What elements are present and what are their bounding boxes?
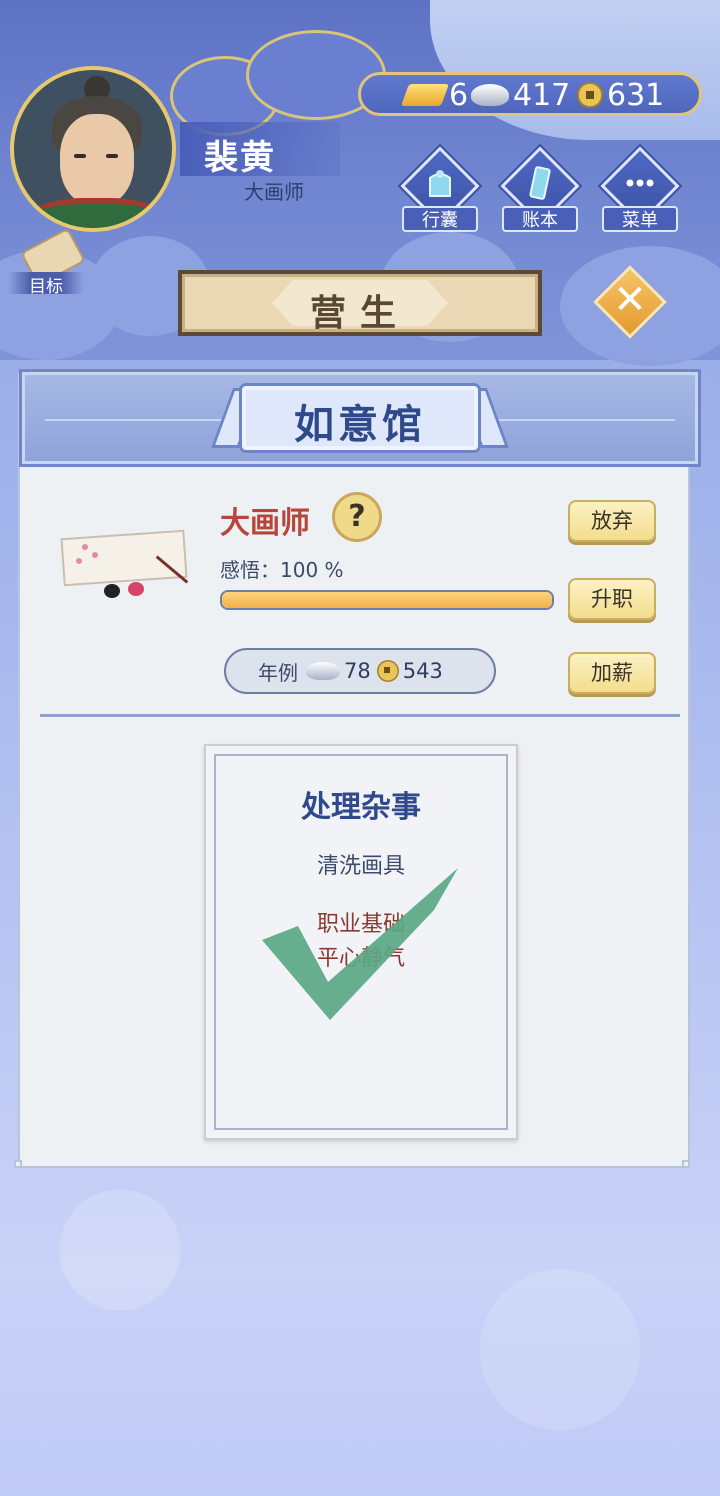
more-label: 菜单 <box>602 206 678 232</box>
currency-bar: 6 417 631 <box>358 72 702 116</box>
ledger-label: 账本 <box>502 206 578 232</box>
painting-tools-image <box>60 528 192 604</box>
help-button[interactable]: ? <box>332 492 382 542</box>
silver-currency: 417 <box>471 77 570 113</box>
abandon-button[interactable]: 放弃 <box>568 500 656 542</box>
silver-ingot-icon <box>306 662 340 680</box>
copper-coin-icon <box>376 660 399 682</box>
player-name: 裴黄 <box>204 138 276 178</box>
goal-button[interactable]: 目标 <box>8 227 86 297</box>
bag-button[interactable]: 行囊 <box>397 143 483 236</box>
insight-label: 感悟：100 % <box>220 558 344 582</box>
insight-progress-bar <box>220 590 554 610</box>
salary-copper: 543 <box>402 659 443 683</box>
raise-salary-button[interactable]: 加薪 <box>568 652 656 694</box>
bag-label: 行囊 <box>402 206 478 232</box>
section-divider <box>40 714 680 717</box>
job-title: 大画师 <box>220 506 310 541</box>
silver-amount: 417 <box>513 77 571 113</box>
goal-label: 目标 <box>8 272 84 297</box>
player-avatar[interactable] <box>10 66 176 232</box>
copper-amount: 631 <box>607 77 665 113</box>
panel-corner <box>682 1160 690 1168</box>
ledger-button[interactable]: 账本 <box>497 143 583 236</box>
copper-coin-icon <box>577 82 603 108</box>
promote-button[interactable]: 升职 <box>568 578 656 620</box>
bag-icon <box>429 170 451 197</box>
close-icon: ✕ <box>613 277 647 323</box>
more-button[interactable]: 菜单 <box>597 143 683 236</box>
gold-amount: 6 <box>449 77 469 113</box>
copper-currency: 631 <box>577 77 664 113</box>
ledger-icon <box>529 166 551 200</box>
gold-currency: 6 <box>400 77 469 113</box>
salary-silver: 78 <box>344 659 371 683</box>
task-card-title: 处理杂事 <box>301 790 421 825</box>
page-title: 营生 <box>309 293 410 334</box>
insight-progress-fill <box>222 592 552 608</box>
panel-corner <box>14 1160 22 1168</box>
more-icon <box>626 179 654 187</box>
header-banner: 营生 <box>178 270 542 336</box>
salary-pill: 年例 78 543 <box>224 648 496 694</box>
player-title: 大画师 <box>244 180 304 204</box>
silver-ingot-icon <box>471 84 509 106</box>
gold-bar-icon <box>400 84 450 106</box>
salary-label: 年例 <box>258 660 298 685</box>
checkmark-icon <box>262 868 458 1020</box>
shop-name: 如意馆 <box>294 402 426 448</box>
